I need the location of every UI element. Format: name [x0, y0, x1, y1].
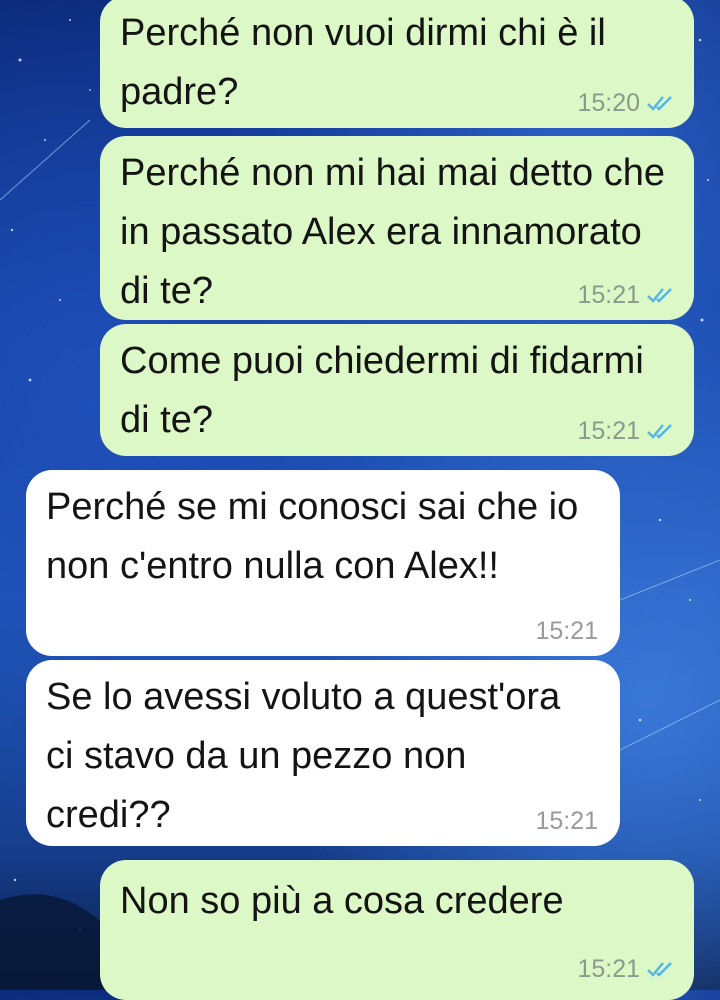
message-time: 15:21 — [577, 417, 640, 445]
message-meta: 15:21 — [577, 954, 676, 984]
message-meta: 15:21 — [577, 280, 676, 310]
outgoing-message[interactable]: Come puoi chiedermi di fidarmi di te? 15… — [100, 324, 694, 456]
message-time: 15:21 — [535, 617, 598, 645]
double-check-read-icon — [647, 962, 672, 977]
chat-conversation: Perché non vuoi dirmi chi è il padre? 15… — [0, 0, 720, 1000]
message-time: 15:21 — [577, 955, 640, 983]
message-text: Perché se mi conosci sai che io non c'en… — [46, 486, 589, 587]
message-text: Non so più a cosa credere — [120, 880, 564, 922]
message-meta: 15:21 — [535, 806, 598, 836]
double-check-read-icon — [647, 288, 672, 303]
message-meta: 15:21 — [535, 616, 598, 646]
message-time: 15:20 — [577, 89, 640, 117]
double-check-read-icon — [647, 424, 672, 439]
message-meta: 15:20 — [577, 88, 676, 118]
message-time: 15:21 — [577, 281, 640, 309]
outgoing-message[interactable]: Non so più a cosa credere 15:21 — [100, 860, 694, 1000]
outgoing-message[interactable]: Perché non mi hai mai detto che in passa… — [100, 136, 694, 320]
message-meta: 15:21 — [577, 416, 676, 446]
incoming-message[interactable]: Perché se mi conosci sai che io non c'en… — [26, 470, 620, 656]
message-time: 15:21 — [535, 807, 598, 835]
double-check-read-icon — [647, 96, 672, 111]
incoming-message[interactable]: Se lo avessi voluto a quest'ora ci stavo… — [26, 660, 620, 846]
message-text: Se lo avessi voluto a quest'ora ci stavo… — [46, 676, 571, 836]
outgoing-message[interactable]: Perché non vuoi dirmi chi è il padre? 15… — [100, 0, 694, 128]
